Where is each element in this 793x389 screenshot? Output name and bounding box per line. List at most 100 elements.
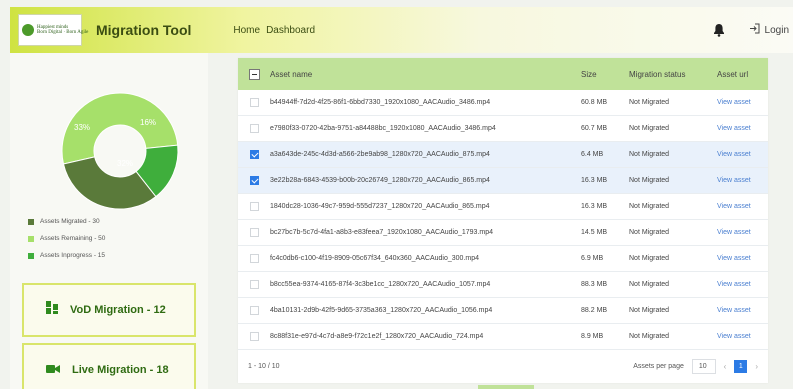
donut-svg	[61, 92, 179, 210]
table-row[interactable]: bc27bc7b-5c7d-4fa1-a8b3-e83feea7_1920x10…	[238, 220, 768, 246]
table-row[interactable]: a3a643de-245c-4d3d-a566-2be9ab98_1280x72…	[238, 142, 768, 168]
migration-status: Not Migrated	[629, 99, 670, 106]
view-asset-link[interactable]: View asset	[717, 203, 768, 210]
asset-name: 3e22b28a-6843-4539-b00b-20c26749_1280x72…	[270, 177, 490, 184]
asset-size: 14.5 MB	[581, 229, 608, 236]
asset-name: b8cc55ea-9374-4165-87f4-3c3be1cc_1280x72…	[270, 281, 491, 288]
select-all-checkbox[interactable]	[238, 68, 270, 80]
legend-item-remaining: Assets Remaining - 50	[28, 230, 105, 247]
legend-item-migrated: Assets Migrated - 30	[28, 213, 105, 230]
donut-legend: Assets Migrated - 30 Assets Remaining - …	[28, 213, 105, 264]
asset-size: 60.7 MB	[581, 125, 608, 132]
row-checkbox[interactable]	[249, 306, 259, 315]
per-page-select[interactable]: 10	[691, 359, 716, 374]
next-page-icon[interactable]: ›	[755, 362, 758, 371]
view-asset-link[interactable]: View asset	[717, 177, 768, 184]
migration-status: Not Migrated	[629, 255, 670, 262]
live-migration-label: Live Migration - 18	[72, 364, 169, 376]
migration-donut-chart: 33% 16% 32%	[60, 91, 180, 211]
view-asset-link[interactable]: View asset	[717, 99, 768, 106]
company-logo[interactable]: Happiest minds Born Digital · Born Agile	[18, 14, 88, 46]
migration-status: Not Migrated	[629, 281, 670, 288]
row-checkbox[interactable]	[249, 228, 259, 237]
video-camera-icon	[46, 361, 60, 379]
legend-swatch	[28, 252, 34, 259]
row-checkbox[interactable]	[249, 254, 259, 263]
view-asset-link[interactable]: View asset	[717, 307, 768, 314]
table-row[interactable]: 8c88f31e-e97d-4c7d-a8e9-f72c1e2f_1280x72…	[238, 324, 768, 350]
col-header-size[interactable]: Size	[581, 70, 629, 79]
login-button[interactable]: Login	[749, 23, 789, 37]
asset-name: bc27bc7b-5c7d-4fa1-a8b3-e83feea7_1920x10…	[270, 229, 494, 236]
login-label: Login	[764, 24, 789, 36]
nav-home-link[interactable]: Home	[233, 25, 260, 36]
col-header-migration-status[interactable]: Migration status	[629, 70, 717, 79]
table-row[interactable]: e7980f33-0720-42ba-9751-a84488bc_1920x10…	[238, 116, 768, 142]
prev-page-icon[interactable]: ‹	[724, 362, 727, 371]
asset-size: 60.8 MB	[581, 99, 608, 106]
row-checkbox[interactable]	[249, 98, 259, 107]
asset-name: 1840dc28-1036-49c7-959d-555d7237_1280x72…	[270, 203, 490, 210]
table-row[interactable]: b44944ff-7d2d-4f25-86f1-6bbd7330_1920x10…	[238, 90, 768, 116]
table-row[interactable]: fc4c0db6-c100-4f19-8909-05c67f34_640x360…	[238, 246, 768, 272]
view-asset-link[interactable]: View asset	[717, 125, 768, 132]
app-title: Migration Tool	[96, 22, 192, 38]
vod-migration-card[interactable]: VoD Migration - 12	[22, 283, 196, 337]
row-checkbox[interactable]	[249, 176, 259, 185]
migration-status: Not Migrated	[629, 125, 670, 132]
view-asset-link[interactable]: View asset	[717, 281, 768, 288]
row-checkbox[interactable]	[249, 280, 259, 289]
migration-status: Not Migrated	[629, 307, 670, 314]
migration-status: Not Migrated	[629, 229, 670, 236]
table-row[interactable]: b8cc55ea-9374-4165-87f4-3c3be1cc_1280x72…	[238, 272, 768, 298]
logo-line-2: Born Digital · Born Agile	[37, 30, 89, 35]
asset-name: 8c88f31e-e97d-4c7d-a8e9-f72c1e2f_1280x72…	[270, 333, 484, 340]
logo-mark-icon	[22, 24, 34, 36]
asset-name: b44944ff-7d2d-4f25-86f1-6bbd7330_1920x10…	[270, 99, 491, 106]
asset-name: 4ba10131-2d9b-42f5-9d65-3735a363_1280x72…	[270, 307, 493, 314]
login-icon	[749, 23, 760, 37]
row-checkbox[interactable]	[249, 332, 259, 341]
view-asset-link[interactable]: View asset	[717, 229, 768, 236]
view-asset-link[interactable]: View asset	[717, 255, 768, 262]
asset-size: 88.2 MB	[581, 307, 608, 314]
legend-item-inprogress: Assets Inprogress - 15	[28, 247, 105, 264]
legend-swatch	[28, 218, 34, 225]
bell-icon[interactable]	[713, 23, 725, 37]
vod-migration-label: VoD Migration - 12	[70, 304, 166, 316]
table-body: b44944ff-7d2d-4f25-86f1-6bbd7330_1920x10…	[238, 90, 768, 350]
migration-status: Not Migrated	[629, 203, 670, 210]
migrate-button[interactable]	[478, 385, 534, 389]
col-header-asset-name[interactable]: Asset name	[270, 70, 581, 79]
view-asset-link[interactable]: View asset	[717, 151, 768, 158]
table-row[interactable]: 4ba10131-2d9b-42f5-9d65-3735a363_1280x72…	[238, 298, 768, 324]
asset-name: fc4c0db6-c100-4f19-8909-05c67f34_640x360…	[270, 255, 479, 262]
per-page-label: Assets per page	[633, 363, 684, 370]
asset-name: e7980f33-0720-42ba-9751-a84488bc_1920x10…	[270, 125, 496, 132]
nav-dashboard-link[interactable]: Dashboard	[266, 25, 315, 36]
donut-label-migrated: 32%	[117, 159, 134, 168]
people-icon	[46, 301, 58, 319]
asset-size: 6.9 MB	[581, 255, 604, 262]
table-row[interactable]: 1840dc28-1036-49c7-959d-555d7237_1280x72…	[238, 194, 768, 220]
asset-size: 16.3 MB	[581, 203, 608, 210]
migration-status: Not Migrated	[629, 177, 670, 184]
assets-table-panel: Asset name Size Migration status Asset u…	[238, 58, 768, 383]
sidebar: 33% 16% 32% Assets Migrated - 30 Assets …	[10, 53, 208, 389]
col-header-asset-url[interactable]: Asset url	[717, 70, 768, 79]
current-page-button[interactable]: 1	[734, 360, 748, 373]
migration-status: Not Migrated	[629, 333, 670, 340]
donut-label-inprogress: 16%	[140, 118, 157, 127]
asset-size: 6.4 MB	[581, 151, 604, 158]
row-checkbox[interactable]	[249, 150, 259, 159]
table-row[interactable]: 3e22b28a-6843-4539-b00b-20c26749_1280x72…	[238, 168, 768, 194]
asset-name: a3a643de-245c-4d3d-a566-2be9ab98_1280x72…	[270, 151, 490, 158]
row-checkbox[interactable]	[249, 202, 259, 211]
legend-swatch	[28, 235, 34, 242]
donut-label-remaining: 33%	[74, 123, 91, 132]
view-asset-link[interactable]: View asset	[717, 333, 768, 340]
page-range: 1 - 10 / 10	[248, 363, 280, 370]
row-checkbox[interactable]	[249, 124, 259, 133]
asset-size: 16.3 MB	[581, 177, 608, 184]
live-migration-card[interactable]: Live Migration - 18	[22, 343, 196, 389]
